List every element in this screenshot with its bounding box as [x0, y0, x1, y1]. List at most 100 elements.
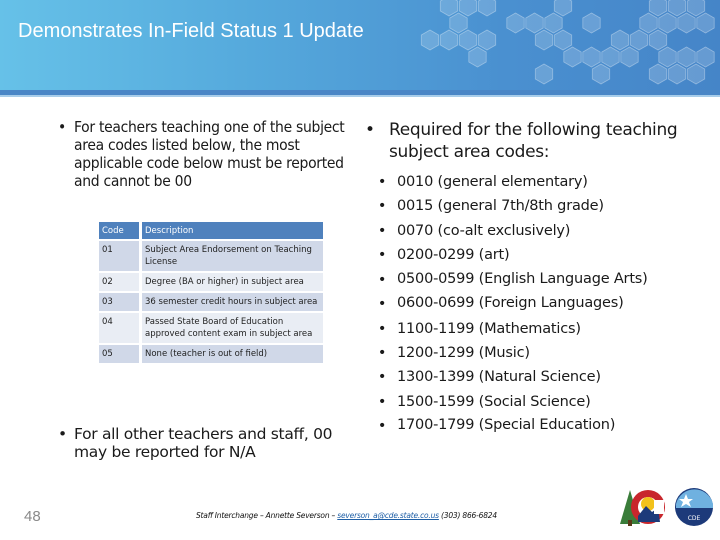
header-divider — [0, 95, 720, 97]
hexagon-shape — [658, 46, 677, 68]
hexagon-shape — [477, 29, 497, 51]
hexagon-shape — [582, 46, 601, 68]
hexagon-shape — [667, 0, 687, 17]
code-cell: 03 — [99, 293, 142, 311]
bullet-icon: • — [377, 393, 387, 410]
bullet-icon: • — [377, 222, 387, 239]
footer-phone: (303) 866-6824 — [438, 511, 497, 520]
hexagon-shape — [601, 46, 620, 68]
hexagon-shape — [420, 29, 440, 51]
hexagon-shape — [677, 46, 696, 68]
hexagon-shape — [477, 0, 497, 17]
hexagon-shape — [658, 12, 677, 34]
hexagon-shape — [591, 63, 611, 85]
hexagon-shape — [534, 29, 554, 51]
subject-code-text: 0015 (general 7th/8th grade) — [397, 198, 604, 215]
subject-code-text: 0600-0699 (Foreign Languages) — [397, 295, 624, 312]
slide-header: Demonstrates In-Field Status 1 Update — [0, 0, 720, 90]
bullet-icon: • — [377, 198, 387, 215]
table-row: 01 Subject Area Endorsement on Teaching L… — [99, 241, 323, 271]
description-cell: None (teacher is out of field) — [142, 345, 323, 363]
description-cell: Passed State Board of Education approved… — [142, 313, 323, 343]
subject-code-item: • 0200-0299 (art) — [365, 243, 685, 267]
subject-code-text: 0200-0299 (art) — [397, 247, 510, 264]
table-row: 03 36 semester credit hours in subject ar… — [99, 293, 323, 311]
subject-code-text: 0010 (general elementary) — [397, 174, 588, 190]
hexagon-shape — [458, 0, 478, 17]
hexagon-shape — [686, 63, 706, 85]
subject-codes-list: • 0010 (general elementary) • 0015 (general… — [365, 170, 685, 439]
description-cell: Subject Area Endorsement on Teaching Lic… — [142, 241, 323, 271]
bullet-icon: • — [377, 296, 387, 313]
bullet-icon: • — [377, 345, 387, 362]
subject-code-text: 0500-0599 (English Language Arts) — [397, 270, 648, 287]
code-cell: 02 — [99, 273, 142, 291]
hexagon-shape — [582, 12, 601, 34]
hexagon-shape — [506, 12, 525, 34]
hexagon-shape — [563, 46, 582, 68]
subject-code-item: • 0070 (co-alt exclusively) — [365, 219, 685, 243]
description-cell: Degree (BA or higher) in subject area — [142, 273, 323, 291]
left-secondary-bullet: • For all other teachers and staff, 00 m… — [58, 425, 358, 461]
hexagon-shape — [629, 29, 649, 51]
hexagon-shape — [686, 0, 706, 17]
left-secondary-bullet-text: For all other teachers and staff, 00 may… — [74, 425, 333, 461]
bullet-icon: • — [377, 271, 387, 288]
bullet-icon: • — [377, 320, 387, 337]
logos: CDE — [620, 488, 713, 526]
hexagon-pattern-decoration — [420, 0, 715, 85]
subject-code-item: • 0500-0599 (English Language Arts) — [365, 268, 685, 293]
cde-logo-icon: CDE — [675, 488, 713, 526]
left-main-bullet: • For teachers teaching one of the subje… — [58, 118, 348, 190]
footer-credit-text: Staff Interchange – Annette Severson – — [196, 511, 338, 520]
code-cell: 04 — [99, 313, 142, 343]
bullet-icon: • — [58, 118, 66, 136]
subject-code-item: • 1100-1199 (Mathematics) — [365, 317, 685, 341]
slide-title: Demonstrates In-Field Status 1 Update — [18, 20, 364, 42]
subject-code-text: 0070 (co-alt exclusively) — [397, 222, 571, 239]
footer-email-link[interactable]: severson_a@cde.state.co.us — [337, 511, 439, 520]
footer-credit: Staff Interchange – Annette Severson – s… — [196, 511, 497, 520]
hexagon-shape — [544, 12, 563, 34]
subject-code-item: • 1300-1399 (Natural Science) — [365, 365, 685, 389]
subject-code-item: • 0600-0699 (Foreign Languages) — [365, 292, 685, 317]
bullet-icon: • — [377, 369, 387, 386]
subject-code-item: • 1700-1799 (Special Education) — [365, 414, 685, 439]
hexagon-shape — [667, 63, 687, 85]
bullet-icon: • — [377, 174, 387, 190]
hexagon-shape — [620, 46, 639, 68]
hexagon-shape — [468, 46, 487, 68]
subject-code-item: • 0015 (general 7th/8th grade) — [365, 194, 685, 218]
subject-code-item: • 0010 (general elementary) — [365, 170, 685, 194]
hexagon-shape — [648, 29, 668, 51]
bullet-icon: • — [365, 120, 375, 140]
right-main-bullet-text: Required for the following teaching subj… — [389, 120, 678, 162]
hexagon-shape — [534, 63, 554, 85]
left-main-bullet-text: For teachers teaching one of the subject… — [74, 118, 345, 190]
hexagon-shape — [525, 12, 544, 34]
right-main-bullet: • Required for the following teaching su… — [365, 119, 685, 163]
bullet-icon: • — [377, 418, 387, 435]
cde-logo-text: CDE — [688, 515, 701, 522]
table-row: 02 Degree (BA or higher) in subject area — [99, 273, 323, 291]
hexagon-shape — [610, 29, 630, 51]
subject-code-item: • 1500-1599 (Social Science) — [365, 390, 685, 414]
description-cell: 36 semester credit hours in subject area — [142, 293, 323, 311]
subject-code-text: 1200-1299 (Music) — [397, 345, 530, 362]
hexagon-shape — [449, 12, 468, 34]
table-header-row: Code Description — [99, 222, 323, 239]
bullet-icon: • — [377, 247, 387, 264]
bullet-icon: • — [58, 425, 67, 443]
hexagon-shape — [553, 0, 573, 17]
subject-code-item: • 1200-1299 (Music) — [365, 341, 685, 365]
hexagon-shape — [696, 46, 715, 68]
hexagon-shape — [639, 12, 658, 34]
page-number: 48 — [24, 508, 41, 525]
hexagon-shape — [458, 29, 478, 51]
code-cell: 01 — [99, 241, 142, 271]
subject-code-text: 1300-1399 (Natural Science) — [397, 369, 601, 386]
hexagon-shape — [677, 12, 696, 34]
subject-code-text: 1100-1199 (Mathematics) — [397, 320, 581, 337]
subject-code-text: 1700-1799 (Special Education) — [397, 417, 616, 434]
hexagon-shape — [648, 63, 668, 85]
